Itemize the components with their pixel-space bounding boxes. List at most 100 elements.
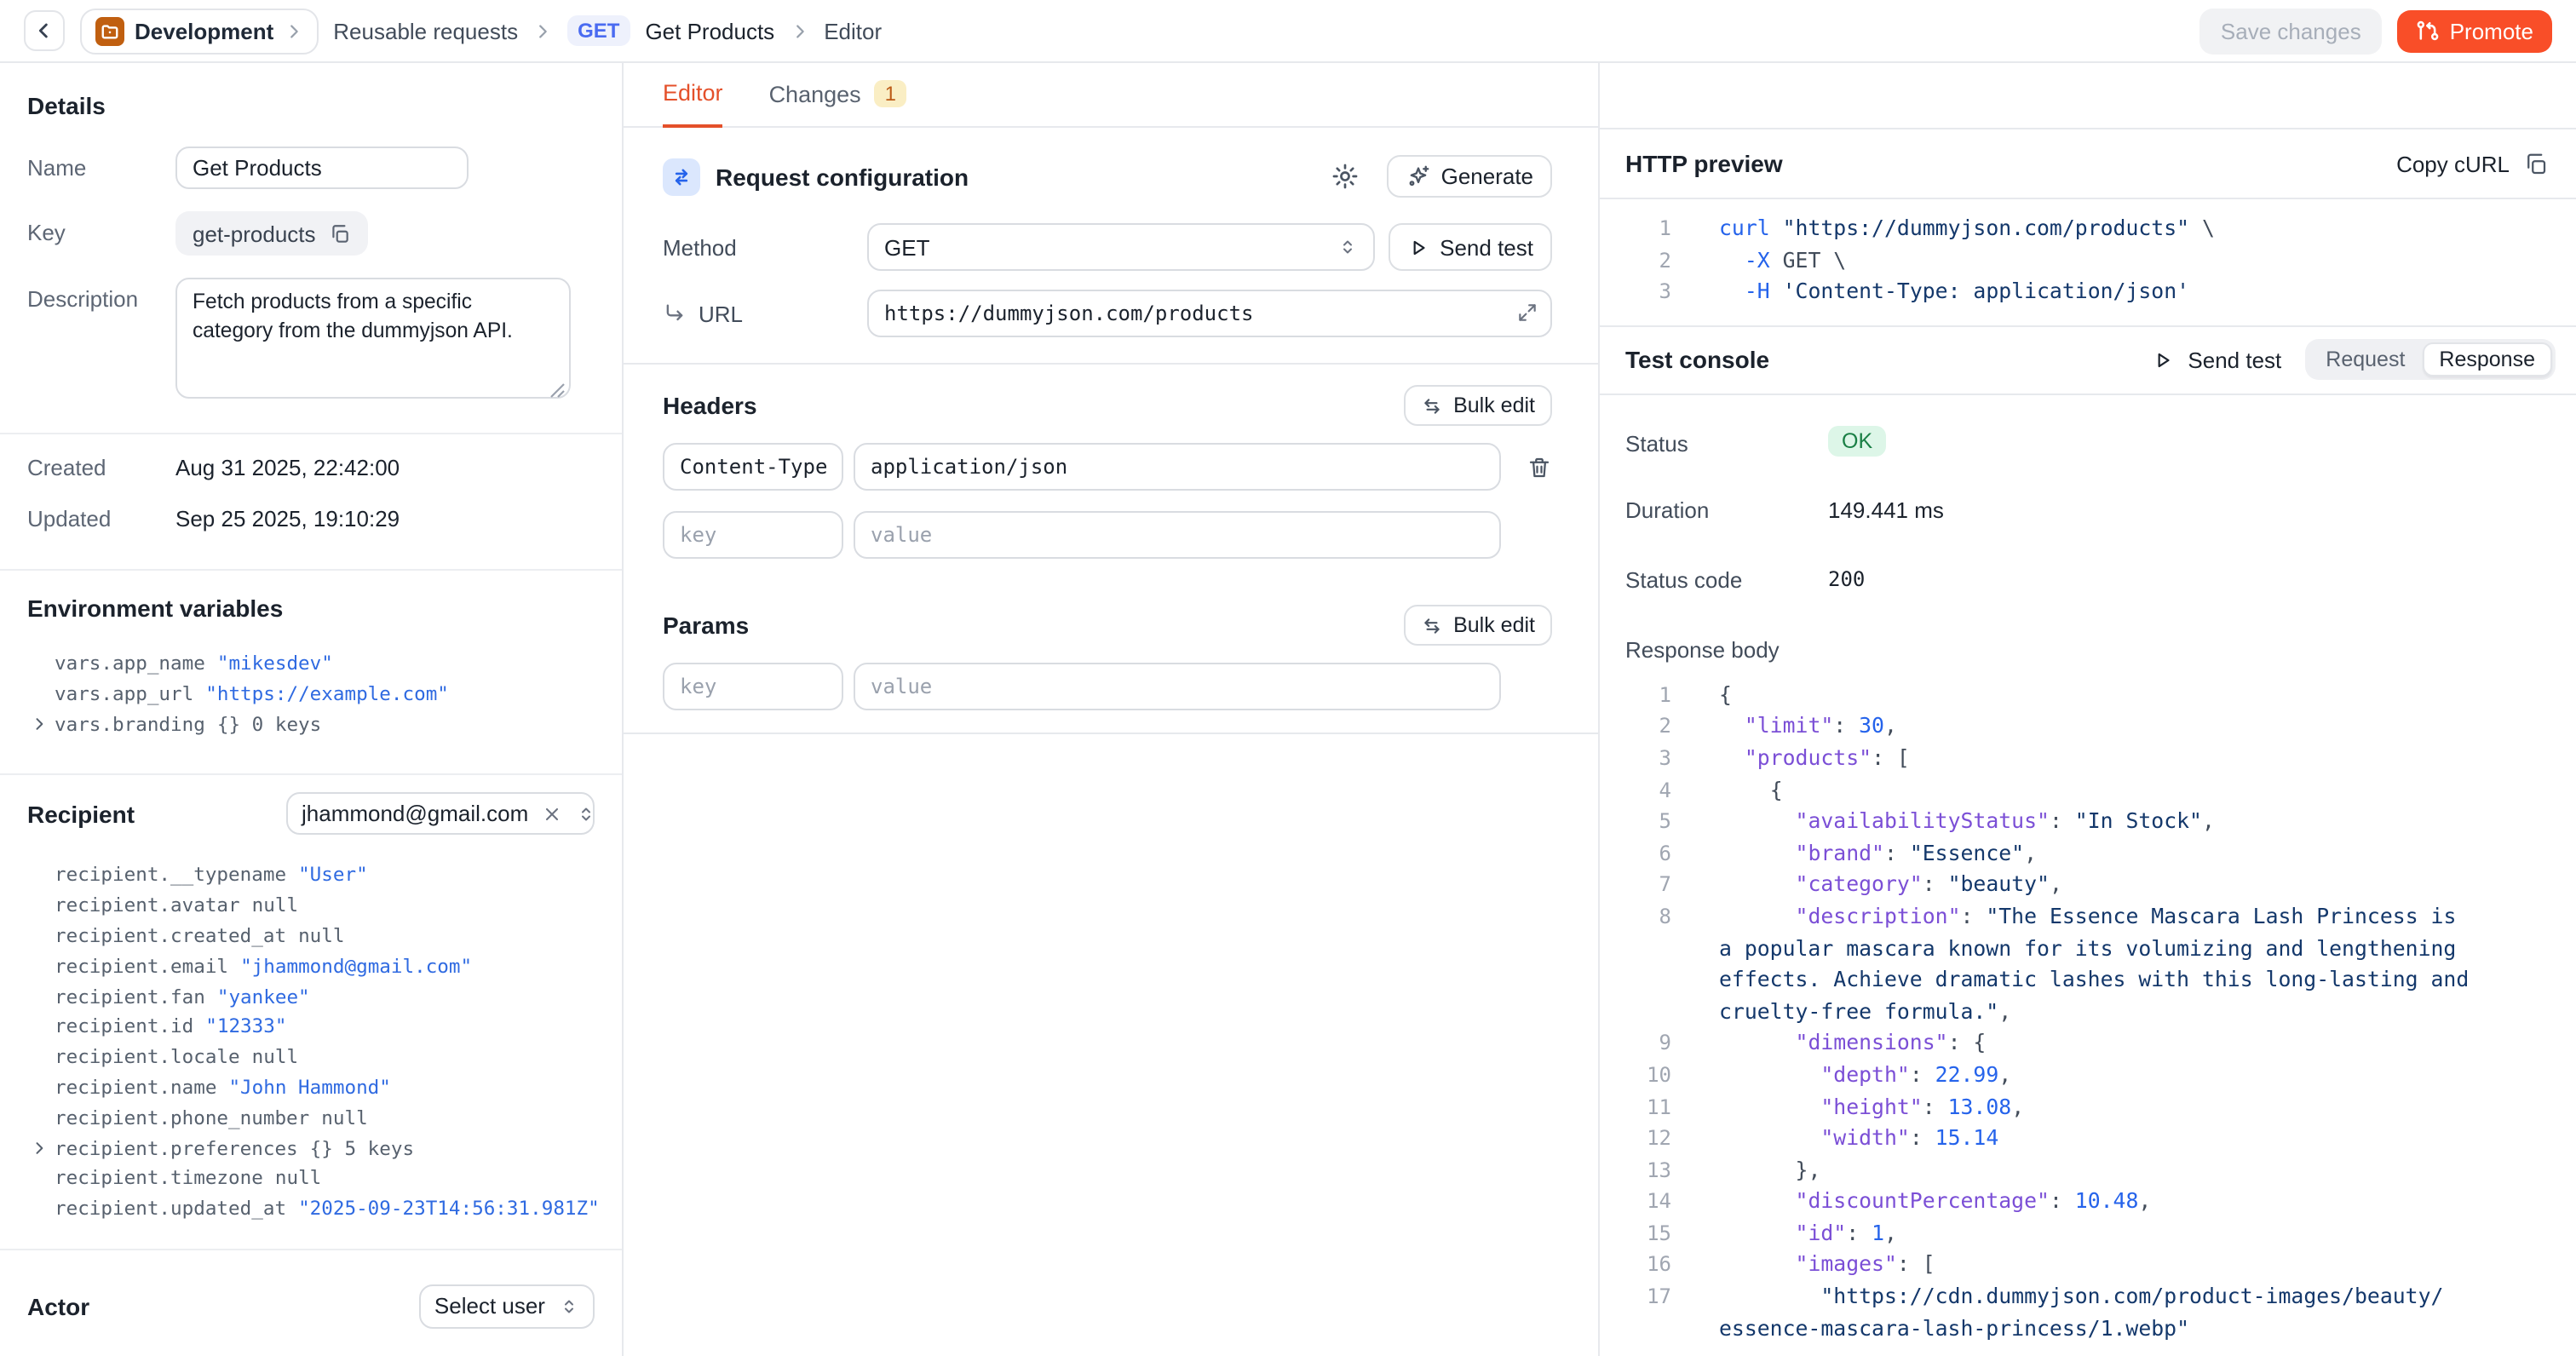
settings-gear-icon[interactable] — [1331, 162, 1360, 191]
clear-icon[interactable] — [542, 804, 562, 825]
resize-handle-icon[interactable] — [549, 382, 566, 399]
code-text: cruelty-free formula.", — [1719, 996, 2569, 1027]
trash-icon — [1527, 454, 1552, 480]
test-console-results: Status OK Duration 149.441 ms Status cod… — [1600, 395, 2576, 663]
delete-header-button[interactable] — [1527, 454, 1552, 480]
tab-editor[interactable]: Editor — [663, 80, 723, 128]
line-number — [1600, 996, 1719, 1027]
code-text: "availabilityStatus": "In Stock", — [1719, 806, 2569, 837]
swap-arrows-icon — [663, 158, 700, 195]
changes-count-badge: 1 — [875, 80, 906, 107]
environment-variables-section: Environment variables vars.app_name"mike… — [0, 571, 622, 776]
recipient-field-key: recipient.fan — [55, 985, 205, 1008]
console-send-test-label: Send test — [2188, 348, 2281, 373]
breadcrumb-request-name[interactable]: Get Products — [645, 18, 774, 43]
segment-request[interactable]: Request — [2309, 343, 2422, 377]
params-bulk-edit-button[interactable]: Bulk edit — [1404, 605, 1552, 646]
generate-button[interactable]: Generate — [1387, 155, 1552, 198]
copy-curl-button[interactable]: Copy cURL — [2396, 151, 2549, 176]
promote-button[interactable]: Promote — [2397, 9, 2552, 52]
response-code-line: 16 "images": [ — [1600, 1250, 2569, 1281]
line-number: 3 — [1600, 276, 1719, 307]
project-name: Development — [135, 18, 273, 43]
save-changes-button[interactable]: Save changes — [2200, 8, 2382, 54]
description-label: Description — [27, 278, 175, 407]
duration-row: Duration 149.441 ms — [1625, 497, 2549, 523]
recipient-field-row: recipient.__typename"User" — [27, 861, 595, 892]
recipient-select[interactable]: jhammond@gmail.com — [286, 793, 595, 836]
header-value-input[interactable] — [854, 511, 1501, 559]
response-body-code: 1{2 "limit": 30,3 "products": [4 {5 "ava… — [1600, 680, 2576, 1356]
recipient-field-key: recipient.phone_number — [55, 1107, 309, 1129]
response-code-line: 8 "description": "The Essence Mascara La… — [1600, 901, 2569, 933]
line-number: 4 — [1600, 774, 1719, 806]
response-body-row: Response body — [1625, 637, 2549, 663]
chevron-up-down-icon — [576, 804, 596, 825]
expand-chevron-icon[interactable] — [31, 715, 48, 732]
actor-select[interactable]: Select user — [419, 1284, 595, 1329]
recipient-field-row: recipient.id"12333" — [27, 1013, 595, 1043]
key-field-row: Key get-products — [27, 211, 595, 256]
name-input[interactable] — [175, 147, 469, 189]
header-key-input[interactable] — [663, 511, 843, 559]
headers-section: Headers Bulk edit — [624, 365, 1598, 559]
promote-label: Promote — [2450, 18, 2533, 43]
tab-changes[interactable]: Changes 1 — [769, 80, 906, 126]
url-input[interactable] — [867, 290, 1552, 337]
send-test-label: Send test — [1440, 234, 1533, 260]
console-send-test-button[interactable]: Send test — [2152, 348, 2281, 373]
line-number: 6 — [1600, 838, 1719, 870]
details-sidebar: Details Name Key get-products Descripti — [0, 63, 624, 1356]
response-code-line: 14 "discountPercentage": 10.48, — [1600, 1186, 2569, 1218]
curl-preview-code: 1curl "https://dummyjson.com/products" \… — [1600, 199, 2576, 327]
line-number: 16 — [1600, 1250, 1719, 1281]
send-test-button[interactable]: Send test — [1389, 223, 1552, 271]
recipient-tree: recipient.__typename"User"recipient.avat… — [27, 861, 595, 1225]
recipient-field-key: recipient.updated_at — [55, 1198, 286, 1220]
url-label-group: URL — [663, 301, 867, 326]
breadcrumb-section: Editor — [824, 18, 882, 43]
code-text: { — [1719, 774, 2569, 806]
recipient-field-value: "yankee" — [217, 985, 310, 1008]
expand-chevron-icon[interactable] — [31, 1139, 48, 1156]
copy-icon[interactable] — [330, 222, 352, 244]
copy-icon — [2523, 151, 2549, 176]
request-config-header: Request configuration Generate — [663, 155, 1552, 198]
code-text: a popular mascara known for its volumizi… — [1719, 933, 2569, 964]
recipient-field-value: null — [252, 894, 298, 916]
details-heading: Details — [27, 92, 595, 119]
code-text: "discountPercentage": 10.48, — [1719, 1186, 2569, 1218]
recipient-field-value: "jhammond@gmail.com" — [240, 956, 472, 978]
param-value-input[interactable] — [854, 663, 1501, 710]
line-number: 1 — [1600, 213, 1719, 244]
headers-bulk-edit-button[interactable]: Bulk edit — [1404, 385, 1552, 426]
env-var-row: vars.app_name"mikesdev" — [27, 649, 595, 680]
code-text: "products": [ — [1719, 743, 2569, 774]
test-console-header: Test console Send test Request Response — [1600, 327, 2576, 395]
breadcrumb-reusable-requests[interactable]: Reusable requests — [333, 18, 518, 43]
response-code-line: 9 "dimensions": { — [1600, 1028, 2569, 1060]
back-button[interactable] — [24, 10, 65, 51]
method-select[interactable]: GET — [867, 223, 1375, 271]
header-key-input[interactable] — [663, 443, 843, 491]
actor-placeholder: Select user — [434, 1294, 545, 1319]
code-text: curl "https://dummyjson.com/products" \ — [1719, 213, 2569, 244]
segment-response[interactable]: Response — [2422, 343, 2552, 377]
expand-icon[interactable] — [1516, 302, 1538, 324]
header-value-input[interactable] — [854, 443, 1501, 491]
params-section: Params Bulk edit — [624, 559, 1598, 710]
url-row: URL — [663, 290, 1552, 337]
name-field-row: Name — [27, 147, 595, 189]
description-textarea[interactable]: Fetch products from a specific category … — [175, 278, 571, 399]
env-var-value: "mikesdev" — [217, 652, 333, 675]
project-switcher[interactable]: Development — [80, 8, 318, 54]
url-label: URL — [699, 301, 743, 326]
environment-variables-tree: vars.app_name"mikesdev"vars.app_url"http… — [27, 649, 595, 740]
code-text: -X GET \ — [1719, 244, 2569, 276]
bulk-edit-arrows-icon — [1421, 394, 1443, 417]
param-key-input[interactable] — [663, 663, 843, 710]
recipient-field-value: null — [298, 925, 344, 947]
key-value: get-products — [193, 221, 316, 246]
editor-tabs: Editor Changes 1 — [624, 63, 1598, 128]
created-row: Created Aug 31 2025, 22:42:00 — [27, 455, 595, 480]
